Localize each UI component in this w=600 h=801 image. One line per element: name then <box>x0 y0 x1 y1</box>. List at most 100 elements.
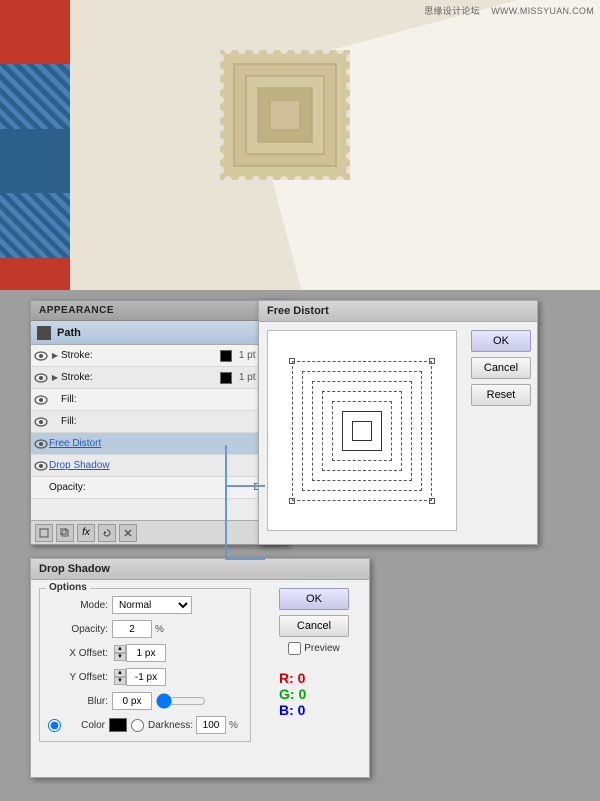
connector-line-distort-h <box>225 485 265 487</box>
x-step-dn[interactable]: ▼ <box>114 653 126 661</box>
visibility-icon-5[interactable] <box>33 436 49 452</box>
arrow-icon-2: ▶ <box>49 372 61 384</box>
appearance-row-fill2[interactable]: Fill: <box>31 411 287 433</box>
free-distort-ok-btn[interactable]: OK <box>471 330 531 352</box>
blur-label: Blur: <box>48 696 108 707</box>
preview-row: Preview <box>288 642 340 655</box>
y-step-up[interactable]: ▲ <box>114 669 126 677</box>
drop-shadow-body: Options Mode: Normal Opacity: % <box>31 580 369 776</box>
distort-preview-inner <box>292 361 432 501</box>
reset-btn[interactable] <box>98 524 116 542</box>
y-offset-input[interactable] <box>126 668 166 686</box>
fill1-label: Fill: <box>61 394 267 405</box>
visibility-icon-4[interactable] <box>33 414 49 430</box>
x-offset-label: X Offset: <box>48 648 108 659</box>
stamp-container <box>220 50 350 180</box>
rgb-b-display: B: 0 <box>279 702 349 718</box>
mode-label: Mode: <box>48 600 108 611</box>
drop-shadow-label[interactable]: Drop Shadow <box>49 460 273 471</box>
appearance-row-drop-shadow[interactable]: Drop Shadow fx <box>31 455 287 477</box>
blur-input[interactable] <box>112 692 152 710</box>
opacity-unit: % <box>155 624 164 635</box>
appearance-title-bar: APPEARANCE ◀ ◀ <box>31 301 287 321</box>
y-stepper[interactable]: ▲ ▼ <box>114 669 126 685</box>
appearance-row-fill1[interactable]: Fill: <box>31 389 287 411</box>
arrow-icon-4 <box>49 416 61 428</box>
opacity-label: Opacity: <box>49 482 249 493</box>
drop-shadow-right: OK Cancel Preview R: 0 G: 0 <box>259 580 369 776</box>
strip-red <box>0 0 70 64</box>
watermark: 思缘设计论坛 WWW.MISSY​UAN.COM <box>424 4 594 17</box>
path-icon <box>37 326 51 340</box>
drop-shadow-left: Options Mode: Normal Opacity: % <box>31 580 259 776</box>
x-offset-input[interactable] <box>126 644 166 662</box>
strip-pattern2 <box>0 193 70 257</box>
arrow-icon-3 <box>49 394 61 406</box>
arrow-icon-1: ▶ <box>49 350 61 362</box>
mode-row: Mode: Normal <box>48 595 242 615</box>
free-distort-cancel-btn[interactable]: Cancel <box>471 357 531 379</box>
new-layer-btn[interactable] <box>35 524 53 542</box>
watermark-text: 思缘设计论坛 <box>424 6 480 16</box>
color-swatch[interactable] <box>109 718 127 732</box>
free-distort-buttons: OK Cancel Reset <box>465 322 537 539</box>
strip-red2 <box>0 258 70 290</box>
visibility-icon-1[interactable] <box>33 348 49 364</box>
distort-preview <box>267 330 457 531</box>
drop-shadow-dialog: Drop Shadow Options Mode: Normal Opacity… <box>30 558 370 778</box>
color-radio[interactable] <box>48 719 61 732</box>
dupe-btn[interactable] <box>56 524 74 542</box>
free-distort-title: Free Distort <box>259 301 537 322</box>
stroke1-swatch[interactable] <box>220 350 232 362</box>
color-row: Color Darkness: % <box>48 715 242 735</box>
stamp <box>220 50 350 180</box>
preview-label: Preview <box>304 643 340 654</box>
darkness-radio[interactable] <box>131 719 144 732</box>
drop-shadow-ok-btn[interactable]: OK <box>279 588 349 610</box>
y-offset-row: Y Offset: ▲ ▼ <box>48 667 242 687</box>
x-step-up[interactable]: ▲ <box>114 645 126 653</box>
blur-slider[interactable] <box>156 695 206 707</box>
free-distort-label[interactable]: Free Distort <box>49 438 273 449</box>
color-label: Color <box>65 720 105 731</box>
left-strips <box>0 0 70 290</box>
preview-checkbox[interactable] <box>288 642 301 655</box>
y-step-dn[interactable]: ▼ <box>114 677 126 685</box>
visibility-icon-2[interactable] <box>33 370 49 386</box>
opacity-field-label: Opacity: <box>48 624 108 635</box>
canvas-area: 思缘设计论坛 WWW.MISSY​UAN.COM <box>0 0 600 290</box>
watermark-url: WWW.MISSY​UAN.COM <box>491 6 594 16</box>
appearance-panel: APPEARANCE ◀ ◀ Path ▶ Stroke: 1 pt Insid… <box>30 300 288 545</box>
drop-shadow-title: Drop Shadow <box>31 559 369 580</box>
appearance-row-stroke1[interactable]: ▶ Stroke: 1 pt Inside <box>31 345 287 367</box>
visibility-icon-3[interactable] <box>33 392 49 408</box>
appearance-toolbar: fx <box>31 520 287 544</box>
fx-btn[interactable]: fx <box>77 524 95 542</box>
free-distort-reset-btn[interactable]: Reset <box>471 384 531 406</box>
opacity-input[interactable] <box>112 620 152 638</box>
free-distort-content: OK Cancel Reset <box>259 322 537 539</box>
strip-pattern <box>0 64 70 128</box>
stroke2-swatch[interactable] <box>220 372 232 384</box>
blur-row: Blur: <box>48 691 242 711</box>
darkness-label: Darkness: <box>148 720 193 731</box>
stroke1-label: Stroke: <box>61 350 217 361</box>
visibility-icon-6[interactable] <box>33 458 49 474</box>
connector-line-shadow <box>225 485 227 560</box>
x-stepper[interactable]: ▲ ▼ <box>114 645 126 661</box>
solid-sq-7 <box>352 421 372 441</box>
appearance-title: APPEARANCE <box>39 305 114 316</box>
rgb-display: R: 0 G: 0 B: 0 <box>279 670 349 718</box>
free-distort-dialog: Free Distort <box>258 300 538 545</box>
fill2-label: Fill: <box>61 416 267 427</box>
delete-btn[interactable] <box>119 524 137 542</box>
appearance-row-stroke2[interactable]: ▶ Stroke: 1 pt Inside <box>31 367 287 389</box>
stamp-svg <box>220 50 350 180</box>
rgb-g-display: G: 0 <box>279 686 349 702</box>
darkness-input[interactable] <box>196 716 226 734</box>
stroke2-label: Stroke: <box>61 372 217 383</box>
mode-select[interactable]: Normal <box>112 596 192 614</box>
appearance-row-free-distort[interactable]: Free Distort fx <box>31 433 287 455</box>
bottom-area: APPEARANCE ◀ ◀ Path ▶ Stroke: 1 pt Insid… <box>0 290 600 801</box>
drop-shadow-cancel-btn[interactable]: Cancel <box>279 615 349 637</box>
